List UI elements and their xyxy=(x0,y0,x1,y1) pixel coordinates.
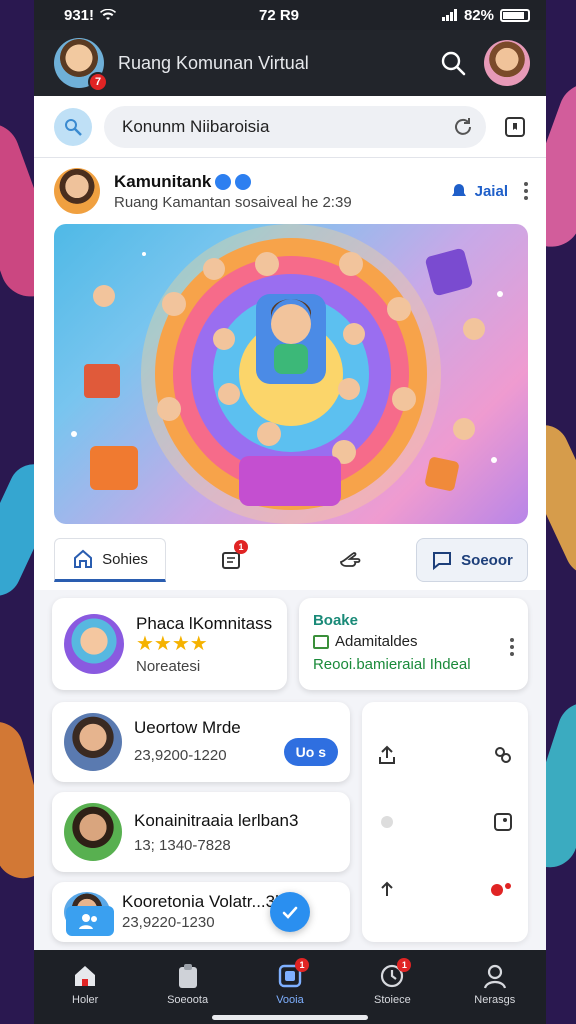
bookmark-icon xyxy=(505,116,525,137)
nav-home[interactable]: Holer xyxy=(40,962,130,1006)
community-card-avatar xyxy=(64,614,124,674)
sticker-icon[interactable] xyxy=(376,811,398,833)
list-item-title: Kooretonia Volatr...3l xyxy=(122,892,279,911)
people-icon xyxy=(79,914,97,929)
refresh-icon[interactable] xyxy=(452,116,474,138)
post-author-name[interactable]: Kamunitank xyxy=(114,172,211,192)
person-icon xyxy=(483,964,506,989)
search-row: Konunm Niibaroisia xyxy=(34,96,546,158)
search-icon xyxy=(441,51,466,76)
list-item-avatar xyxy=(64,803,122,861)
nav-video-badge: 1 xyxy=(294,958,309,972)
feature-cards: Phaca lKomnitass ★★★★ Noreatesi Boake Ad… xyxy=(34,590,546,690)
documents-badge: 1 xyxy=(234,540,248,554)
chat-float-button[interactable] xyxy=(66,906,114,936)
join-button[interactable]: Uo s xyxy=(283,738,338,766)
edit-icon[interactable] xyxy=(492,811,514,833)
bell-icon xyxy=(451,184,466,196)
share-button[interactable]: Soeoor xyxy=(416,538,528,582)
share-icon[interactable] xyxy=(376,744,398,766)
app-header: 7 Ruang Komunan Virtual xyxy=(34,30,546,96)
follow-button[interactable]: Jaial xyxy=(449,182,508,200)
tab-home[interactable]: Sohies xyxy=(54,538,166,582)
post-card: Kamunitank Ruang Kamantan sosaiveal he 2… xyxy=(34,158,546,590)
follow-label: Jaial xyxy=(474,182,508,200)
activity-card[interactable]: Boake Adamitaldes Reooi.bamieraial Ihdea… xyxy=(298,598,528,690)
status-bar: 931! 72 R9 82% xyxy=(34,0,546,30)
clipboard-icon xyxy=(178,964,197,988)
post-action-bar: Sohies 1 Soeoor xyxy=(34,524,546,590)
compose-fab[interactable] xyxy=(270,892,310,932)
react-button[interactable] xyxy=(296,538,406,582)
list-item-title: Konainitraaia lerlban3 xyxy=(134,810,299,830)
home-icon xyxy=(74,549,93,568)
list-item-subtitle: 23,9200-1220 xyxy=(134,746,227,764)
search-input[interactable]: Konunm Niibaroisia xyxy=(104,105,486,148)
post-image[interactable] xyxy=(54,224,528,524)
search-input-value: Konunm Niibaroisia xyxy=(122,116,270,136)
pointing-hand-icon xyxy=(340,552,361,567)
post-author-row: Kamunitank xyxy=(114,172,449,192)
verified-icon xyxy=(215,173,232,190)
documents-button[interactable]: 1 xyxy=(176,538,286,582)
nav-activity-badge: 1 xyxy=(397,958,412,972)
verified-icon xyxy=(235,173,252,190)
battery-percent: 82% xyxy=(463,6,494,24)
profile-avatar[interactable] xyxy=(484,40,530,86)
nav-profile[interactable]: Nerasgs xyxy=(450,962,540,1006)
nav-clipboard-label: Soeoota xyxy=(167,994,209,1006)
list-item[interactable]: Ueortow Mrde 23,9200-1220 Uo s xyxy=(52,702,350,782)
comment-icon xyxy=(433,552,452,571)
rating-stars: ★★★★ xyxy=(136,632,208,655)
user-avatar[interactable]: 7 xyxy=(54,38,108,92)
list-item-avatar xyxy=(64,713,122,771)
home-icon xyxy=(75,966,96,986)
list-item-subtitle: 13; 1340-7828 xyxy=(134,836,231,854)
list-item-title: Ueortow Mrde xyxy=(134,718,241,737)
nav-activity-label: Stoiece xyxy=(374,994,411,1006)
nav-video-label: Vooia xyxy=(276,994,304,1006)
link-icon[interactable] xyxy=(492,744,514,766)
home-indicator xyxy=(212,1015,368,1020)
nav-home-label: Holer xyxy=(72,994,99,1006)
community-card[interactable]: Phaca lKomnitass ★★★★ Noreatesi xyxy=(52,598,287,690)
bottom-navigation: Holer Soeoota 1 Vooia 1 Stoiece Nerasgs xyxy=(34,950,546,1024)
community-card-title: Phaca lKomnitass xyxy=(136,613,273,633)
battery-icon xyxy=(500,8,530,22)
nav-profile-label: Nerasgs xyxy=(474,994,516,1006)
activity-more-icon[interactable] xyxy=(510,638,514,656)
search-button[interactable] xyxy=(436,46,470,80)
tab-home-label: Sohies xyxy=(102,550,148,568)
nav-video[interactable]: 1 Vooia xyxy=(245,958,335,1006)
activity-card-line2: Reooi.bamieraial Ihdeal xyxy=(312,656,471,673)
quick-actions-panel xyxy=(362,702,528,942)
check-icon xyxy=(282,906,298,919)
community-card-subtitle: Noreatesi xyxy=(136,657,201,675)
community-wheel-illustration xyxy=(71,224,503,524)
nav-clipboard[interactable]: Soeoota xyxy=(143,962,233,1006)
upload-icon[interactable] xyxy=(376,878,398,900)
signal-icon xyxy=(441,9,457,21)
community-logo-icon[interactable] xyxy=(54,107,92,146)
notification-badge: 7 xyxy=(88,72,108,92)
activity-card-title: Boake xyxy=(312,612,358,629)
status-time: 72 R9 xyxy=(258,6,300,24)
status-left-text: 931! xyxy=(64,6,95,24)
list-item-subtitle: 23,9220-1230 xyxy=(122,914,215,931)
post-subtitle: Ruang Kamantan sosaiveal he 2:39 xyxy=(114,193,352,211)
list-item[interactable]: Konainitraaia lerlban3 13; 1340-7828 xyxy=(52,792,350,872)
nav-activity[interactable]: 1 Stoiece xyxy=(347,958,437,1006)
app-title: Ruang Komunan Virtual xyxy=(118,52,309,73)
more-options-icon[interactable] xyxy=(524,182,528,200)
calendar-icon xyxy=(312,634,329,649)
phone-screen: 931! 72 R9 82% 7 Ruang Komunan Virtual K… xyxy=(34,0,546,1024)
post-author-avatar[interactable] xyxy=(54,168,100,214)
share-label: Soeoor xyxy=(461,551,513,569)
record-icon[interactable] xyxy=(488,878,514,900)
wifi-icon xyxy=(100,9,117,20)
activity-card-line1: Adamitaldes xyxy=(334,633,418,650)
bookmark-button[interactable] xyxy=(498,110,532,144)
